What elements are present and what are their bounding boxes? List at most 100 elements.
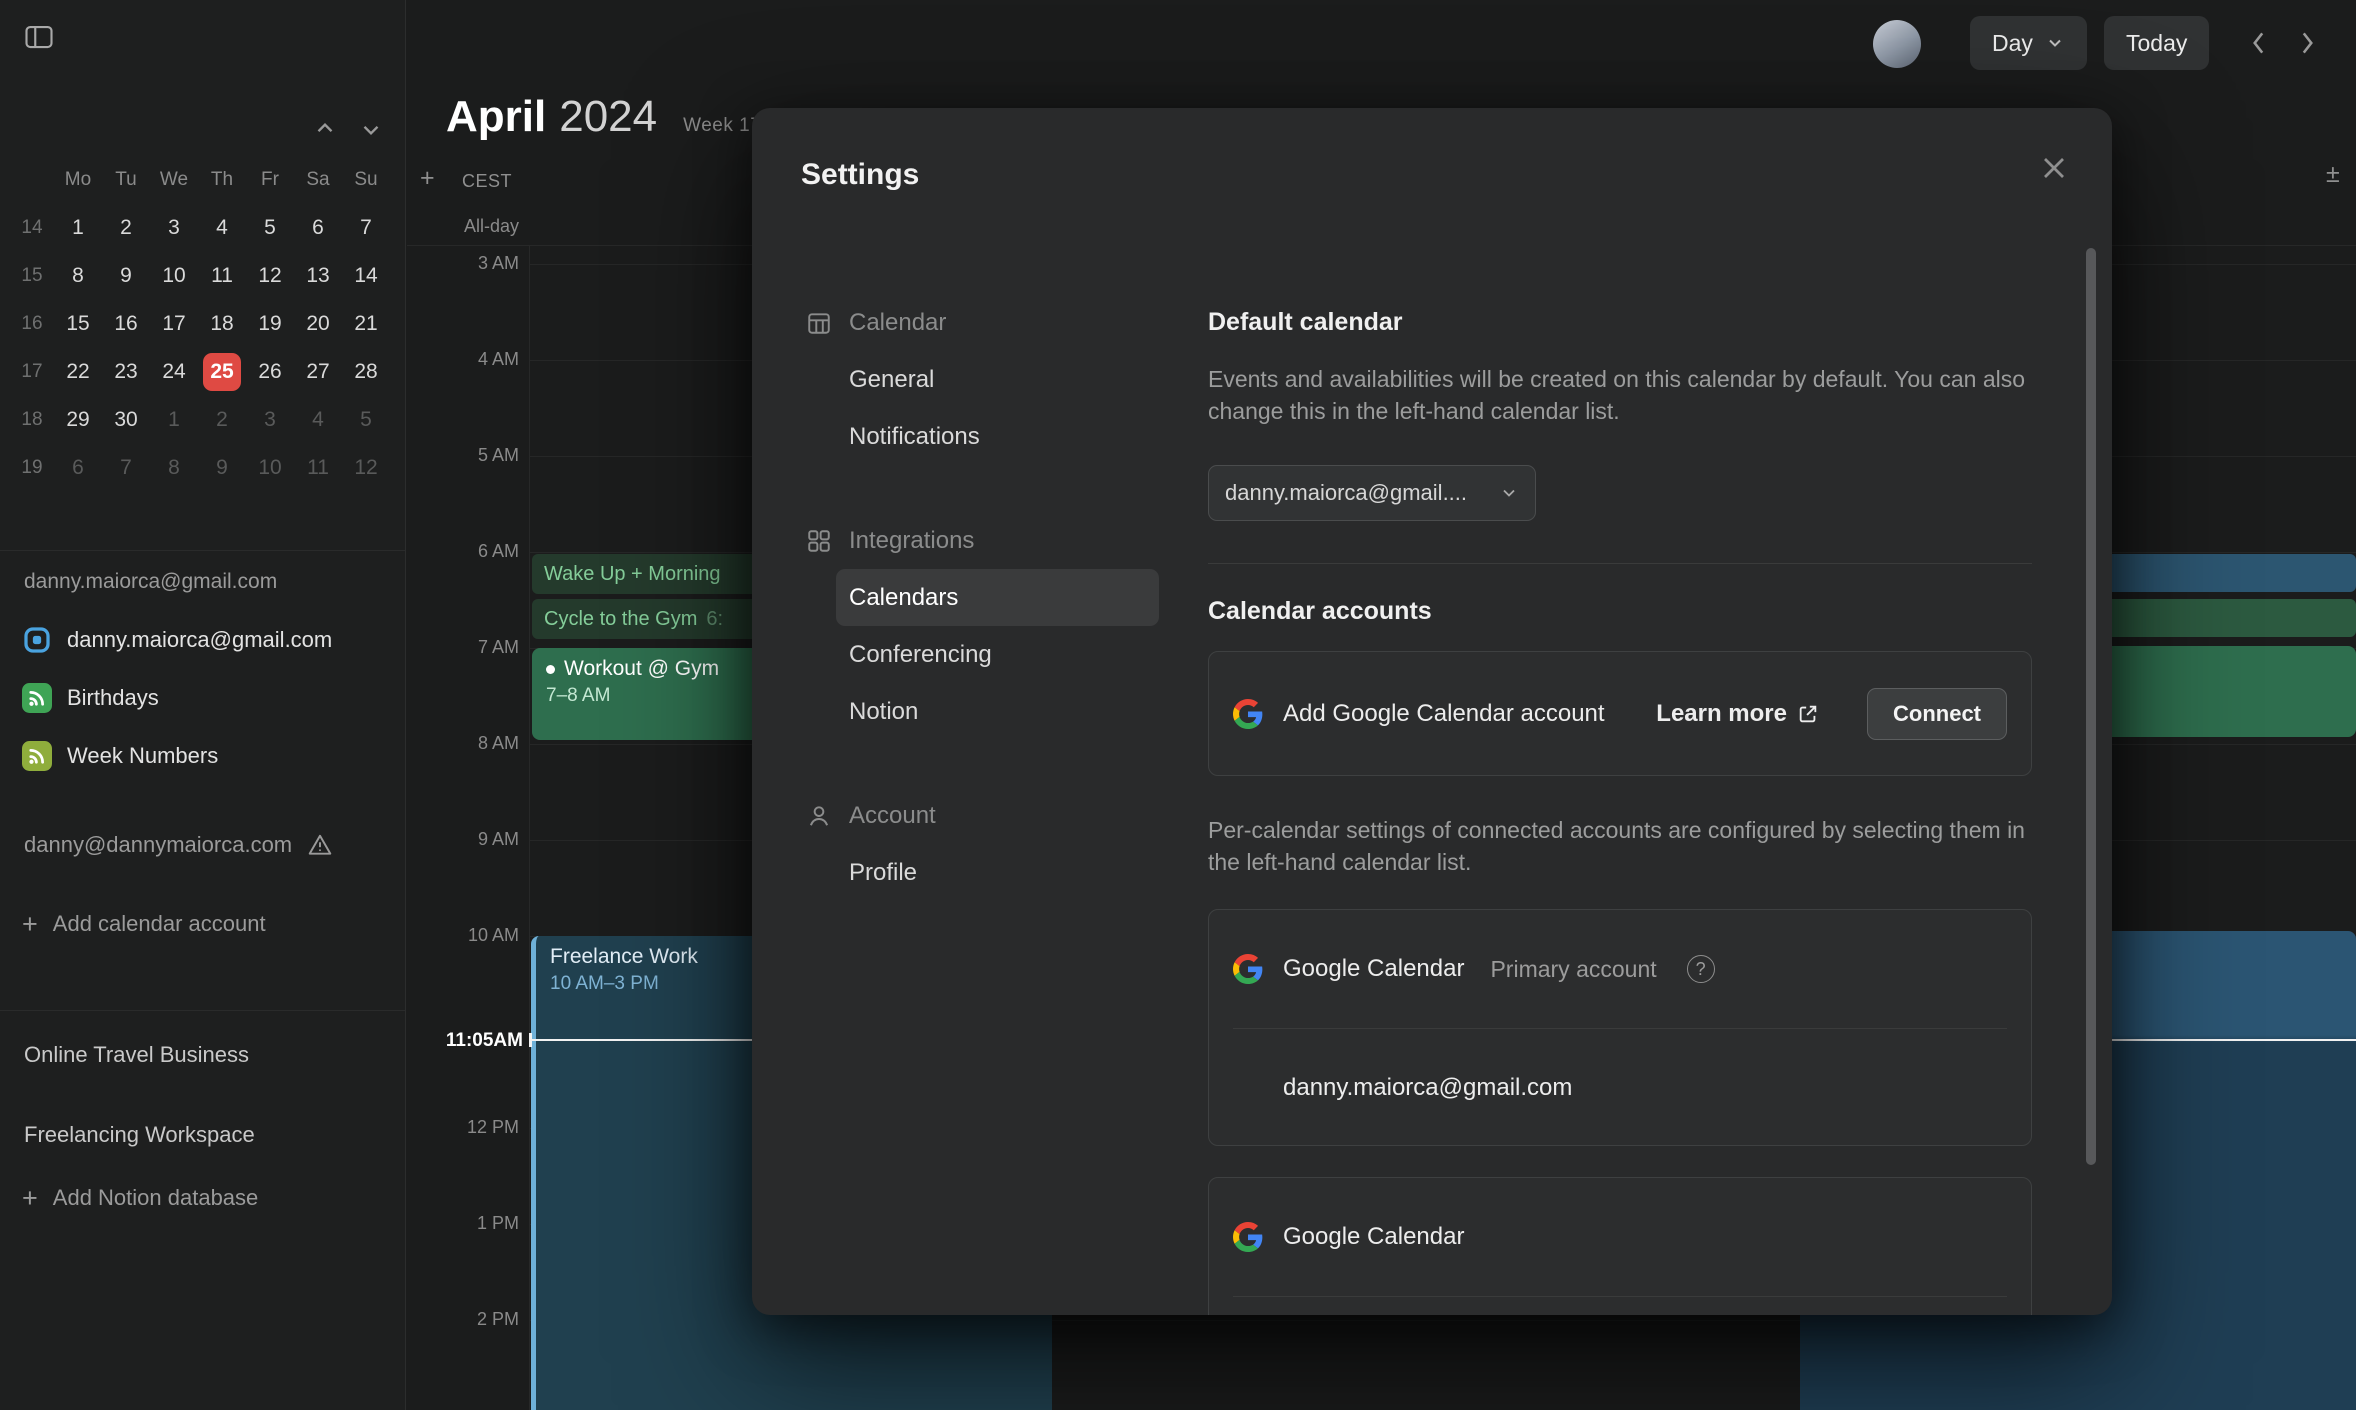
mini-calendar-day[interactable]: 3 [168, 216, 180, 240]
mini-calendar-day[interactable]: 3 [264, 408, 276, 432]
mini-calendar-day[interactable]: 18 [210, 312, 233, 336]
mini-calendar-day[interactable]: 26 [258, 360, 281, 384]
nav-item-notion[interactable]: Notion [836, 683, 1159, 740]
per-calendar-description: Per-calendar settings of connected accou… [1208, 814, 2032, 878]
mini-calendar-day[interactable]: 22 [66, 360, 89, 384]
add-notion-database-label: Add Notion database [53, 1185, 259, 1211]
nav-item-calendars[interactable]: Calendars [836, 569, 1159, 626]
calendar-blue-icon [22, 625, 52, 655]
mini-calendar-day-selected[interactable]: 25 [203, 353, 241, 391]
divider [0, 1010, 405, 1011]
mini-calendar-day[interactable]: 8 [168, 456, 180, 480]
help-icon[interactable]: ? [1687, 955, 1715, 983]
nav-item-general[interactable]: General [836, 351, 1159, 408]
add-calendar-account-button[interactable]: + Add calendar account [22, 905, 266, 943]
mini-calendar-day[interactable]: 24 [162, 360, 185, 384]
mini-calendar-day[interactable]: 23 [114, 360, 137, 384]
sidebar: Mo Tu We Th Fr Sa Su 14 1 2 3 4 5 6 7 15… [0, 0, 406, 1410]
workspace-item[interactable]: Online Travel Business [24, 1042, 249, 1068]
nav-section-integrations: Integrations [796, 512, 1136, 569]
mini-calendar-day[interactable]: 28 [354, 360, 377, 384]
year-label: 2024 [559, 92, 657, 142]
calendar-list-label: Week Numbers [67, 743, 218, 769]
mini-calendar-day-header: Mo [65, 169, 91, 191]
mini-calendar-prev-icon[interactable] [312, 116, 338, 142]
mini-calendar-day[interactable]: 2 [216, 408, 228, 432]
event-title: Cycle to the Gym [544, 608, 697, 631]
today-button[interactable]: Today [2104, 16, 2209, 70]
mini-calendar-next-icon[interactable] [358, 116, 384, 142]
mini-calendar-day[interactable]: 17 [162, 312, 185, 336]
workspace-item[interactable]: Freelancing Workspace [24, 1122, 255, 1148]
mini-calendar-day[interactable]: 6 [72, 456, 84, 480]
default-calendar-heading: Default calendar [1208, 294, 2032, 351]
mini-calendar-day[interactable]: 1 [168, 408, 180, 432]
timezone-adjust-icon[interactable]: ± [2326, 160, 2340, 189]
next-day-icon[interactable] [2296, 28, 2318, 58]
nav-item-conferencing[interactable]: Conferencing [836, 626, 1159, 683]
mini-calendar-day[interactable]: 12 [258, 264, 281, 288]
mini-calendar-day[interactable]: 27 [306, 360, 329, 384]
mini-calendar-day[interactable]: 5 [360, 408, 372, 432]
calendar-list-label: Birthdays [67, 685, 159, 711]
google-icon [1233, 954, 1263, 984]
mini-calendar-day[interactable]: 14 [354, 264, 377, 288]
mini-calendar-day[interactable]: 8 [72, 264, 84, 288]
mini-calendar-day[interactable]: 5 [264, 216, 276, 240]
mini-calendar-day[interactable]: 9 [120, 264, 132, 288]
default-calendar-value: danny.maiorca@gmail.... [1225, 480, 1467, 506]
external-link-icon [1797, 703, 1819, 725]
calendar-list-item-week-numbers[interactable]: Week Numbers [22, 737, 218, 775]
warning-icon [307, 832, 333, 858]
mini-calendar-day[interactable]: 19 [258, 312, 281, 336]
mini-calendar-day[interactable]: 7 [120, 456, 132, 480]
add-timezone-button[interactable]: + [420, 164, 435, 193]
mini-calendar-day[interactable]: 4 [216, 216, 228, 240]
prev-day-icon[interactable] [2248, 28, 2270, 58]
user-avatar[interactable] [1873, 20, 1921, 68]
mini-calendar-day[interactable]: 4 [312, 408, 324, 432]
mini-calendar-day-header: Sa [306, 169, 329, 191]
sidebar-toggle-icon[interactable] [22, 22, 56, 52]
mini-calendar-day[interactable]: 15 [66, 312, 89, 336]
calendar-grid-icon [806, 310, 832, 336]
settings-modal: Settings Calendar General Notifications … [752, 108, 2112, 1315]
calendar-list-item-birthdays[interactable]: Birthdays [22, 679, 159, 717]
divider [1233, 1296, 2007, 1297]
mini-calendar-day[interactable]: 1 [72, 216, 84, 240]
mini-calendar-day[interactable]: 6 [312, 216, 324, 240]
mini-calendar-week-number: 19 [21, 457, 42, 479]
learn-more-link[interactable]: Learn more [1656, 700, 1819, 728]
mini-calendar-day[interactable]: 12 [354, 456, 377, 480]
nav-item-notifications[interactable]: Notifications [836, 408, 1159, 465]
mini-calendar-day[interactable]: 16 [114, 312, 137, 336]
mini-calendar-day[interactable]: 11 [211, 264, 233, 288]
primary-account-label: Primary account [1490, 956, 1656, 983]
view-selector-button[interactable]: Day [1970, 16, 2087, 70]
default-calendar-description: Events and availabilities will be create… [1208, 363, 2032, 427]
mini-calendar-day[interactable]: 11 [307, 456, 329, 480]
mini-calendar-day[interactable]: 21 [354, 312, 377, 336]
event-dot-icon [546, 665, 555, 674]
mini-calendar-day[interactable]: 20 [306, 312, 329, 336]
timezone-label: CEST [462, 171, 512, 192]
secondary-account-row[interactable]: danny@dannymaiorca.com [24, 826, 333, 864]
mini-calendar-day[interactable]: 7 [360, 216, 372, 240]
default-calendar-select[interactable]: danny.maiorca@gmail.... [1208, 465, 1536, 521]
mini-calendar-day[interactable]: 2 [120, 216, 132, 240]
mini-calendar-week-number: 15 [21, 265, 42, 287]
chevron-down-icon [2045, 33, 2065, 53]
modal-scrollbar[interactable] [2086, 248, 2096, 1165]
close-icon[interactable] [2036, 150, 2072, 186]
mini-calendar-day[interactable]: 30 [114, 408, 137, 432]
nav-item-profile[interactable]: Profile [836, 844, 1159, 901]
add-notion-database-button[interactable]: + Add Notion database [22, 1179, 258, 1217]
mini-calendar-day[interactable]: 10 [258, 456, 281, 480]
calendar-list-item-primary[interactable]: danny.maiorca@gmail.com [22, 621, 332, 659]
mini-calendar-day[interactable]: 13 [306, 264, 329, 288]
mini-calendar-day[interactable]: 29 [66, 408, 89, 432]
connect-button[interactable]: Connect [1867, 688, 2007, 740]
mini-calendar-day[interactable]: 10 [162, 264, 185, 288]
mini-calendar-day-header: Tu [115, 169, 136, 191]
mini-calendar-day[interactable]: 9 [216, 456, 228, 480]
